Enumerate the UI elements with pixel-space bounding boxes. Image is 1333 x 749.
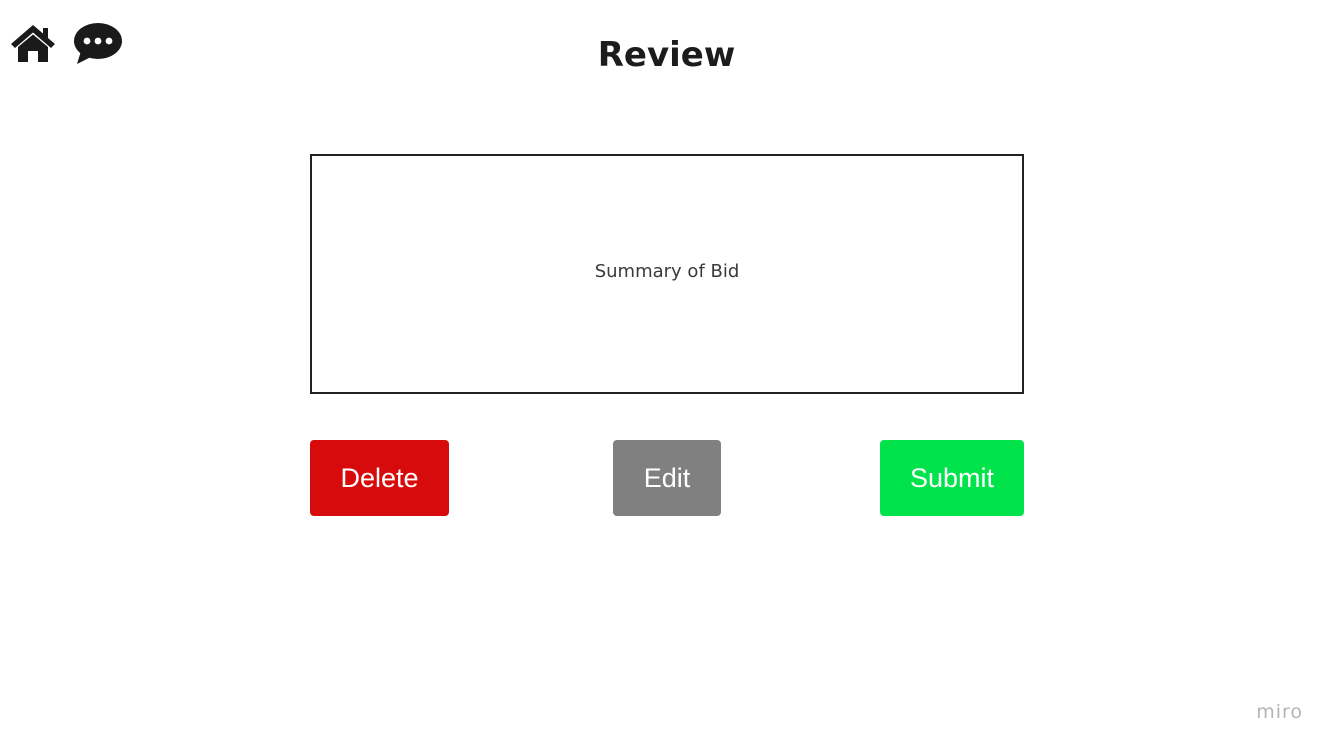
page-title: Review: [597, 35, 736, 75]
edit-button[interactable]: Edit: [613, 440, 721, 516]
bid-summary-box: Summary of Bid: [310, 154, 1024, 394]
submit-button[interactable]: Submit: [880, 440, 1024, 516]
delete-button[interactable]: Delete: [310, 440, 449, 516]
miro-watermark: miro: [1256, 701, 1303, 723]
bid-summary-text: Summary of Bid: [594, 260, 740, 282]
